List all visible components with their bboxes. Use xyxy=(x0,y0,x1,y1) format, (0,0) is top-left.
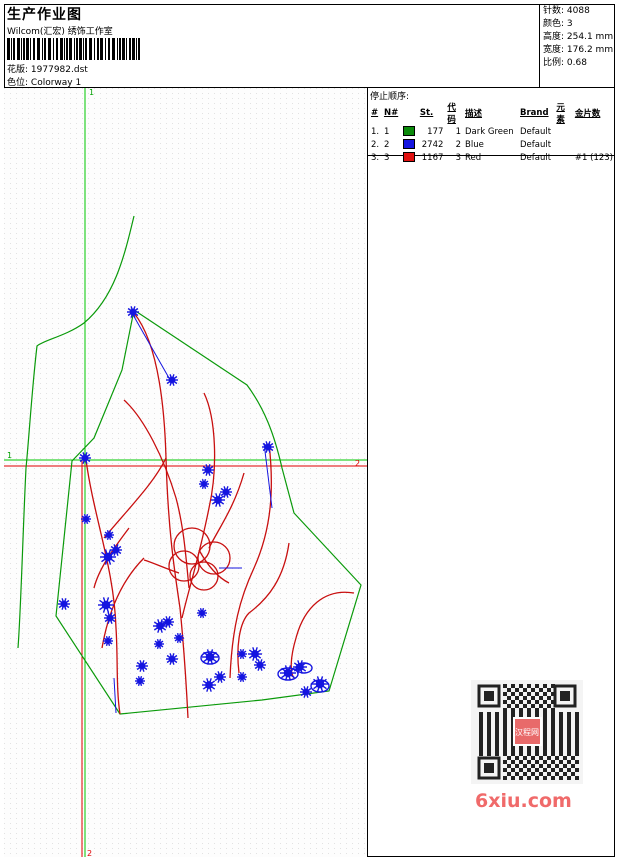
col-element: 元素 xyxy=(556,103,565,125)
qr-code-icon[interactable]: 汉程网 xyxy=(471,680,583,784)
colorway-label: 色位: xyxy=(7,78,29,88)
colorway-value: Colorway 1 xyxy=(30,78,82,88)
stop-sequence-table: # N# St. 代码 描述 Brand 元素 金片数 1. 1 177 1 D… xyxy=(369,101,615,164)
color-swatch xyxy=(402,126,415,137)
stat-stitches: 针数: 4088 xyxy=(543,6,590,16)
col-stitches: St. xyxy=(419,108,434,118)
page-title: 生产作业图 xyxy=(7,7,82,23)
col-sequins: 金片数 xyxy=(574,109,601,119)
company-name: Wilcom(汇宏) 绣饰工作室 xyxy=(7,27,113,37)
header-panel: 生产作业图 Wilcom(汇宏) 绣饰工作室 花版: 1977982.dst 色… xyxy=(4,4,540,88)
axis-label-right: 2 xyxy=(355,459,360,468)
design-field: 花版: 1977982.dst xyxy=(7,62,88,75)
design-canvas[interactable]: 1 2 1 2 xyxy=(4,88,368,857)
table-row[interactable]: 2. 2 2742 2 Blue Default xyxy=(369,138,615,151)
col-code: 代码 xyxy=(447,103,456,125)
stat-width: 宽度: 176.2 mm xyxy=(543,45,614,55)
stats-panel: 针数: 4088 颜色: 3 高度: 254.1 mm 宽度: 176.2 mm… xyxy=(540,4,615,88)
axis-label-bottom: 2 xyxy=(87,849,92,857)
col-n: N# xyxy=(383,108,399,118)
col-brand: Brand xyxy=(520,108,549,118)
seal-text: 汉程网 xyxy=(515,728,539,737)
stat-height: 高度: 254.1 mm xyxy=(543,32,614,42)
color-swatch xyxy=(402,152,415,163)
design-label: 花版: xyxy=(7,65,29,75)
stat-scale: 比例: 0.68 xyxy=(543,58,587,68)
barcode-icon xyxy=(7,38,140,60)
stat-colors: 颜色: 3 xyxy=(543,19,573,29)
colorway-field: 色位: Colorway 1 xyxy=(7,75,81,88)
table-row[interactable]: 3. 3 1167 3 Red Default #1 (123) xyxy=(369,151,615,164)
col-swatch xyxy=(401,101,418,125)
col-number: # xyxy=(371,108,379,118)
design-value: 1977982.dst xyxy=(30,65,88,75)
axis-label-top: 1 xyxy=(89,88,94,97)
watermark-logo: 6xiu.com xyxy=(475,790,572,812)
stop-sequence-panel: 停止顺序: # N# St. 代码 描述 Brand 元素 金片数 1. 1 1… xyxy=(368,88,615,163)
col-description: 描述 xyxy=(465,109,483,119)
axis-label-left: 1 xyxy=(7,451,12,460)
table-header-row: # N# St. 代码 描述 Brand 元素 金片数 xyxy=(369,101,615,125)
embroidery-preview: 1 2 1 2 xyxy=(4,88,367,857)
color-swatch xyxy=(402,139,415,150)
table-row[interactable]: 1. 1 177 1 Dark Green Default xyxy=(369,125,615,138)
